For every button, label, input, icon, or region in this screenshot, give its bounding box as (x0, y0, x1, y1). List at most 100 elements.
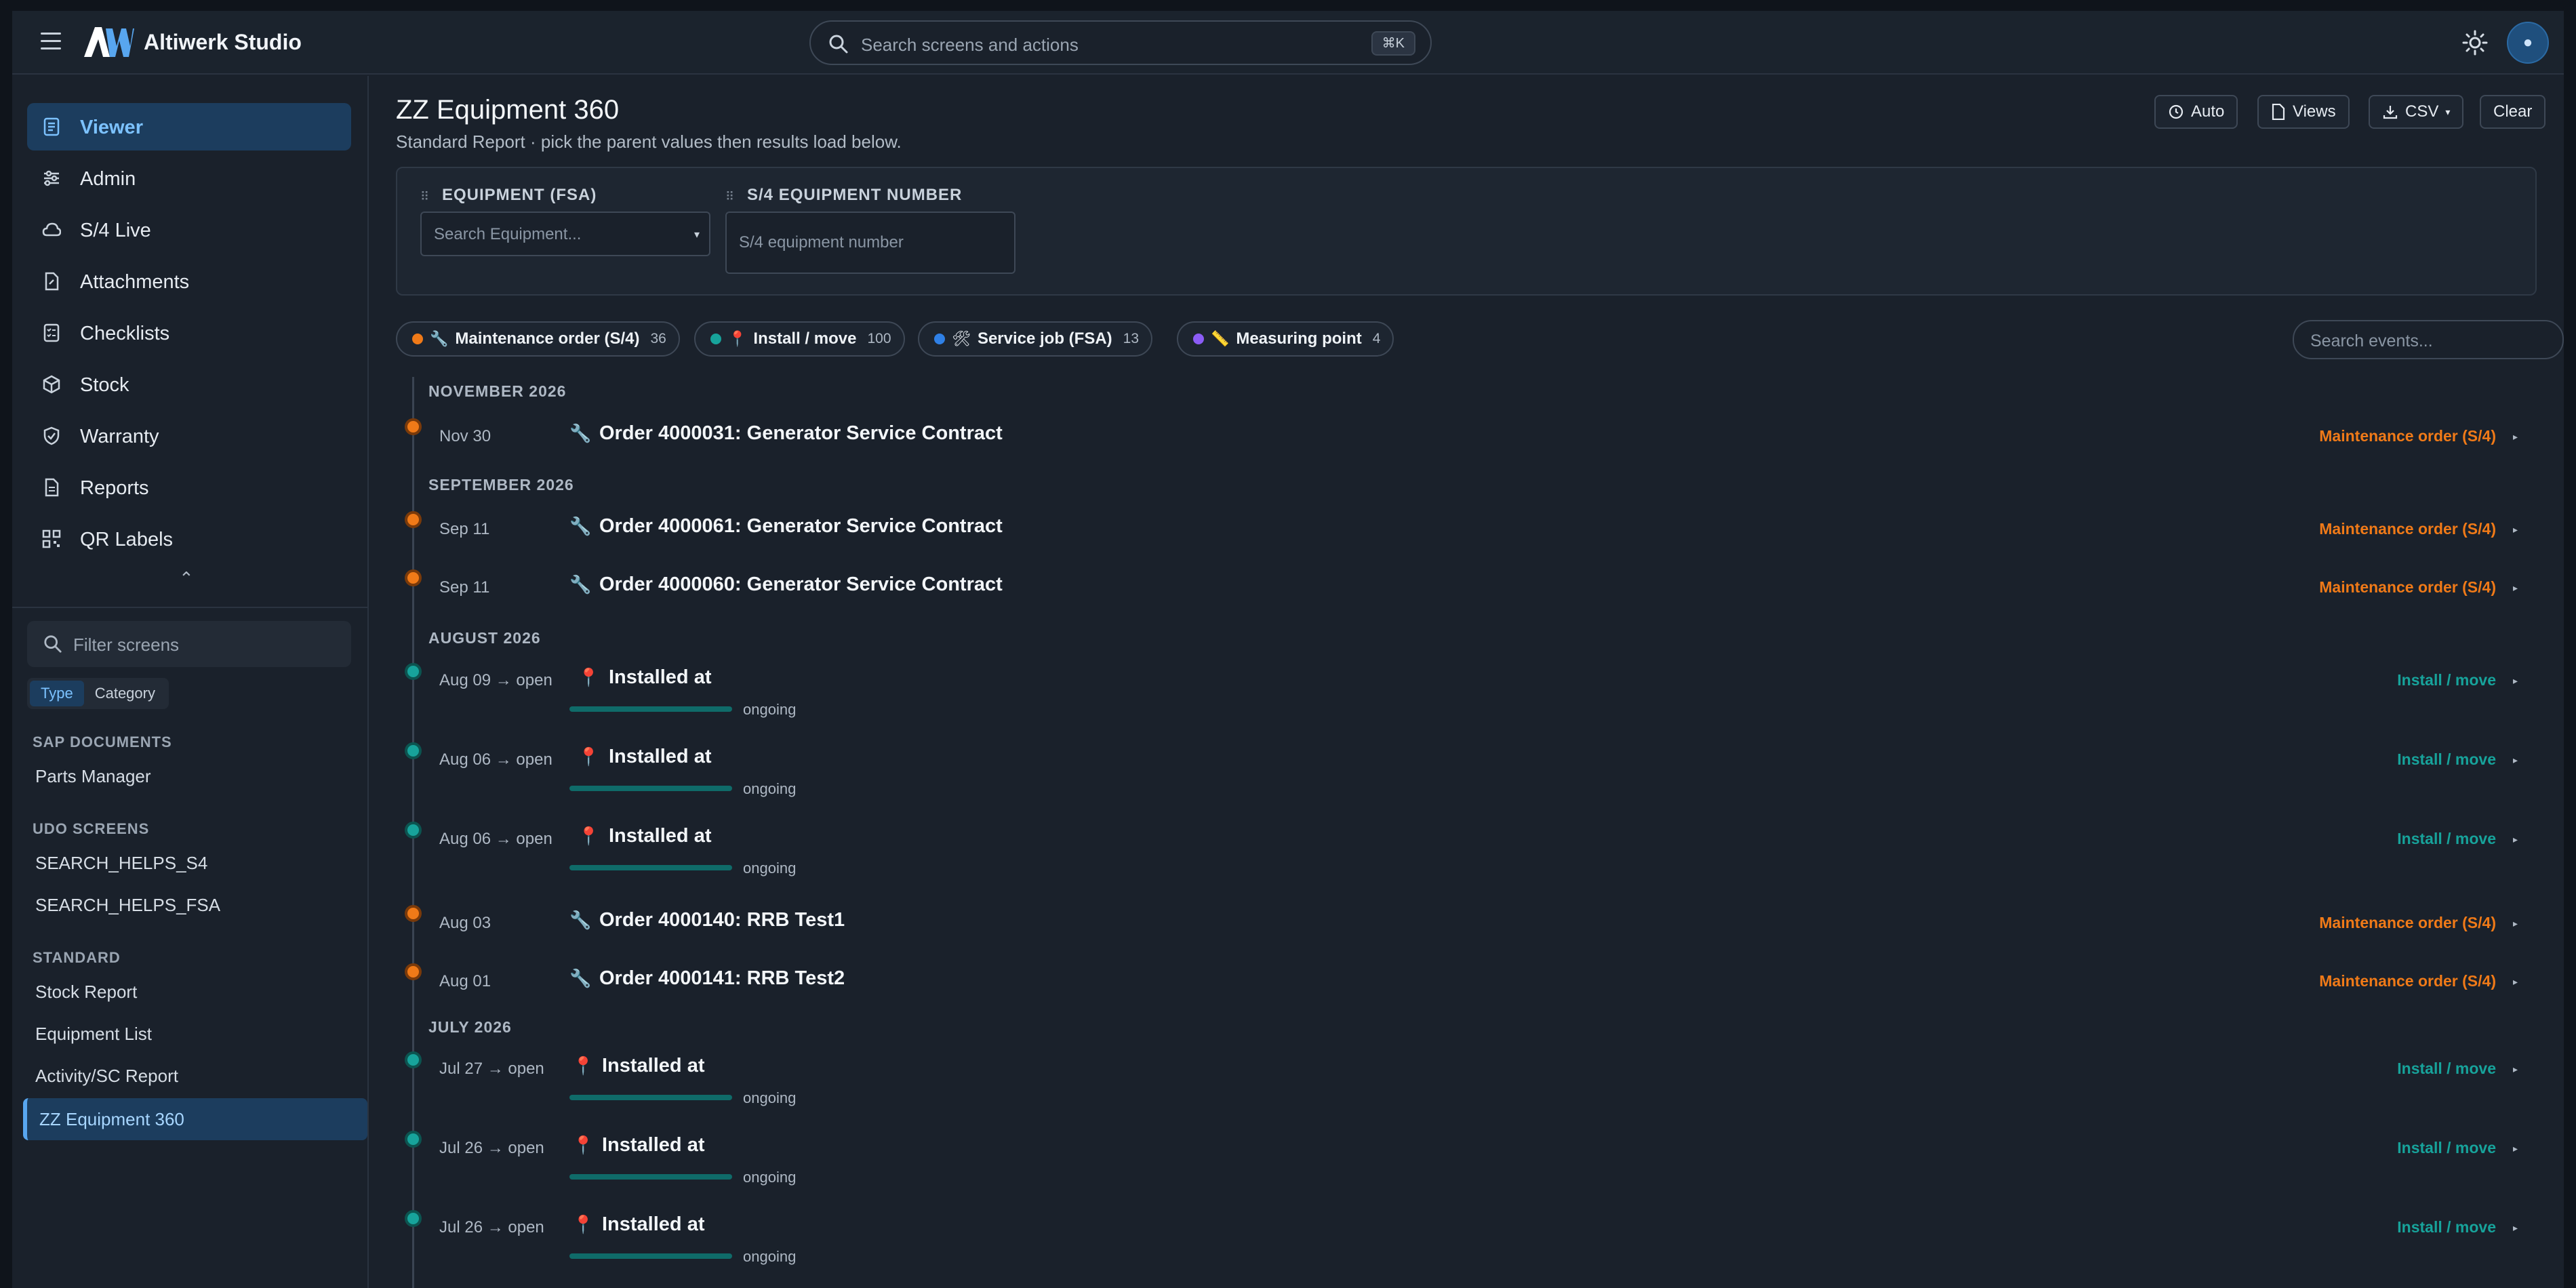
page-subtitle: Standard Report · pick the parent values… (396, 132, 902, 152)
views-label: Views (2293, 102, 2336, 121)
event-dot-order (405, 418, 422, 435)
search-events-input[interactable]: Search events... (2293, 320, 2564, 359)
month-header: JULY 2026 (428, 1018, 512, 1036)
event-status: ongoing (743, 1248, 797, 1265)
csv-export-button[interactable]: CSV ▾ (2369, 95, 2464, 129)
event-date: Sep 11 (439, 578, 490, 597)
screen-item-label: ZZ Equipment 360 (39, 1109, 184, 1129)
expand-caret-icon[interactable]: ▸ (2513, 976, 2518, 988)
user-avatar[interactable]: ● (2507, 22, 2549, 64)
wrench-icon: 🔧 (569, 910, 592, 930)
duration-bar (569, 706, 732, 712)
event-title: Order 4000031: Generator Service Contrac… (599, 422, 1003, 444)
nav-item-reports[interactable]: Reports (27, 464, 351, 511)
event-date: Aug 06 → open (439, 830, 552, 848)
screen-item[interactable]: SEARCH_HELPS_S4 (35, 853, 207, 874)
chip-service-job[interactable]: 🛠 Service job (FSA) 13 (918, 321, 1153, 357)
event-type: Install / move (2397, 830, 2496, 847)
pin-icon: 📍 (578, 746, 600, 767)
section-heading: STANDARD (33, 949, 121, 966)
screen-item[interactable]: Parts Manager (35, 766, 151, 787)
event-date: Jul 26 → open (439, 1218, 544, 1236)
auto-button[interactable]: Auto (2154, 95, 2238, 129)
event-title: Installed at (609, 746, 712, 767)
nav-item-s4-live[interactable]: S/4 Live (27, 206, 351, 254)
expand-caret-icon[interactable]: ▸ (2513, 675, 2518, 687)
drag-handle-icon[interactable]: ⠿ (420, 190, 429, 204)
ruler-icon: 📏 (1211, 330, 1230, 347)
event-date: Sep 11 (439, 520, 490, 538)
event-dot-install (405, 663, 422, 680)
nav-item-checklists[interactable]: Checklists (27, 309, 351, 357)
month-header: AUGUST 2026 (428, 629, 541, 647)
section-heading: UDO SCREENS (33, 820, 150, 837)
chip-maintenance-order[interactable]: 🔧 Maintenance order (S/4) 36 (396, 321, 680, 357)
clear-button[interactable]: Clear (2480, 95, 2546, 129)
event-title: Installed at (602, 1055, 705, 1076)
legend-dot (710, 334, 721, 344)
collapse-chevron-up-icon[interactable]: ⌃ (179, 568, 194, 589)
filter-placeholder: Filter screens (73, 635, 180, 655)
drag-handle-icon[interactable]: ⠿ (725, 190, 734, 204)
event-type: Install / move (2397, 1139, 2496, 1156)
expand-caret-icon[interactable]: ▸ (2513, 754, 2518, 766)
pin-icon: 📍 (572, 1214, 595, 1234)
s4-equipment-input[interactable]: S/4 equipment number (725, 212, 1015, 274)
chip-install-move[interactable]: 📍 Install / move 100 (694, 321, 905, 357)
group-by-type[interactable]: Type (30, 681, 84, 706)
screen-item[interactable]: Activity/SC Report (35, 1066, 178, 1087)
chip-label: Maintenance order (S/4) (455, 329, 640, 348)
expand-caret-icon[interactable]: ▸ (2513, 1222, 2518, 1234)
screen-item-active[interactable]: ZZ Equipment 360 (23, 1098, 367, 1140)
duration-bar (569, 1095, 732, 1100)
duration-bar (569, 1253, 732, 1259)
nav-item-attachments[interactable]: Attachments (27, 258, 351, 305)
nav-label: Warranty (80, 426, 159, 447)
wrench-icon: 🔧 (569, 574, 592, 595)
chip-measuring-point[interactable]: 📏 Measuring point 4 (1177, 321, 1394, 357)
expand-caret-icon[interactable]: ▸ (2513, 431, 2518, 443)
screen-item[interactable]: SEARCH_HELPS_FSA (35, 895, 220, 916)
expand-caret-icon[interactable]: ▸ (2513, 834, 2518, 845)
event-date: Aug 09 → open (439, 671, 552, 689)
clear-label: Clear (2493, 102, 2533, 121)
search-events-placeholder: Search events... (2310, 331, 2433, 350)
event-date: Jul 26 → open (439, 1139, 544, 1157)
event-type: Install / move (2397, 671, 2496, 689)
qr-code-icon (42, 529, 61, 548)
group-by-category[interactable]: Category (84, 681, 166, 706)
event-dot-install (405, 1131, 422, 1148)
theme-toggle-sun-icon[interactable] (2462, 30, 2488, 56)
menu-icon[interactable] (41, 33, 61, 53)
screen-item[interactable]: Stock Report (35, 982, 137, 1003)
filter-screens-input[interactable]: Filter screens (27, 621, 351, 667)
views-button[interactable]: Views (2257, 95, 2350, 129)
s4-equipment-placeholder: S/4 equipment number (739, 233, 904, 251)
section-heading: SAP DOCUMENTS (33, 733, 172, 750)
expand-caret-icon[interactable]: ▸ (2513, 524, 2518, 536)
expand-caret-icon[interactable]: ▸ (2513, 1143, 2518, 1154)
nav-label: Checklists (80, 323, 170, 344)
nav-item-warranty[interactable]: Warranty (27, 412, 351, 460)
nav-item-qr-labels[interactable]: QR Labels (27, 515, 351, 563)
event-dot-order (405, 905, 422, 922)
screen-item[interactable]: Equipment List (35, 1024, 152, 1045)
sliders-icon (44, 170, 59, 186)
equipment-label: EQUIPMENT (FSA) (442, 186, 597, 204)
nav-item-admin[interactable]: Admin (27, 155, 351, 202)
expand-caret-icon[interactable]: ▸ (2513, 1064, 2518, 1075)
global-search[interactable]: Search screens and actions ⌘K (809, 20, 1432, 65)
event-date: Aug 06 → open (439, 750, 552, 769)
equipment-select[interactable]: Search Equipment... ▾ (420, 212, 710, 256)
expand-caret-icon[interactable]: ▸ (2513, 582, 2518, 594)
nav-item-stock[interactable]: Stock (27, 361, 351, 408)
event-type: Install / move (2397, 1060, 2496, 1077)
expand-caret-icon[interactable]: ▸ (2513, 918, 2518, 929)
wrench-icon: 🔧 (430, 330, 449, 347)
event-type: Install / move (2397, 1218, 2496, 1236)
event-title: Installed at (602, 1213, 705, 1235)
altiwerk-logo (84, 27, 134, 57)
wrench-icon: 🔧 (569, 516, 592, 536)
nav-item-viewer[interactable]: Viewer (27, 103, 351, 150)
event-dot-order (405, 569, 422, 586)
